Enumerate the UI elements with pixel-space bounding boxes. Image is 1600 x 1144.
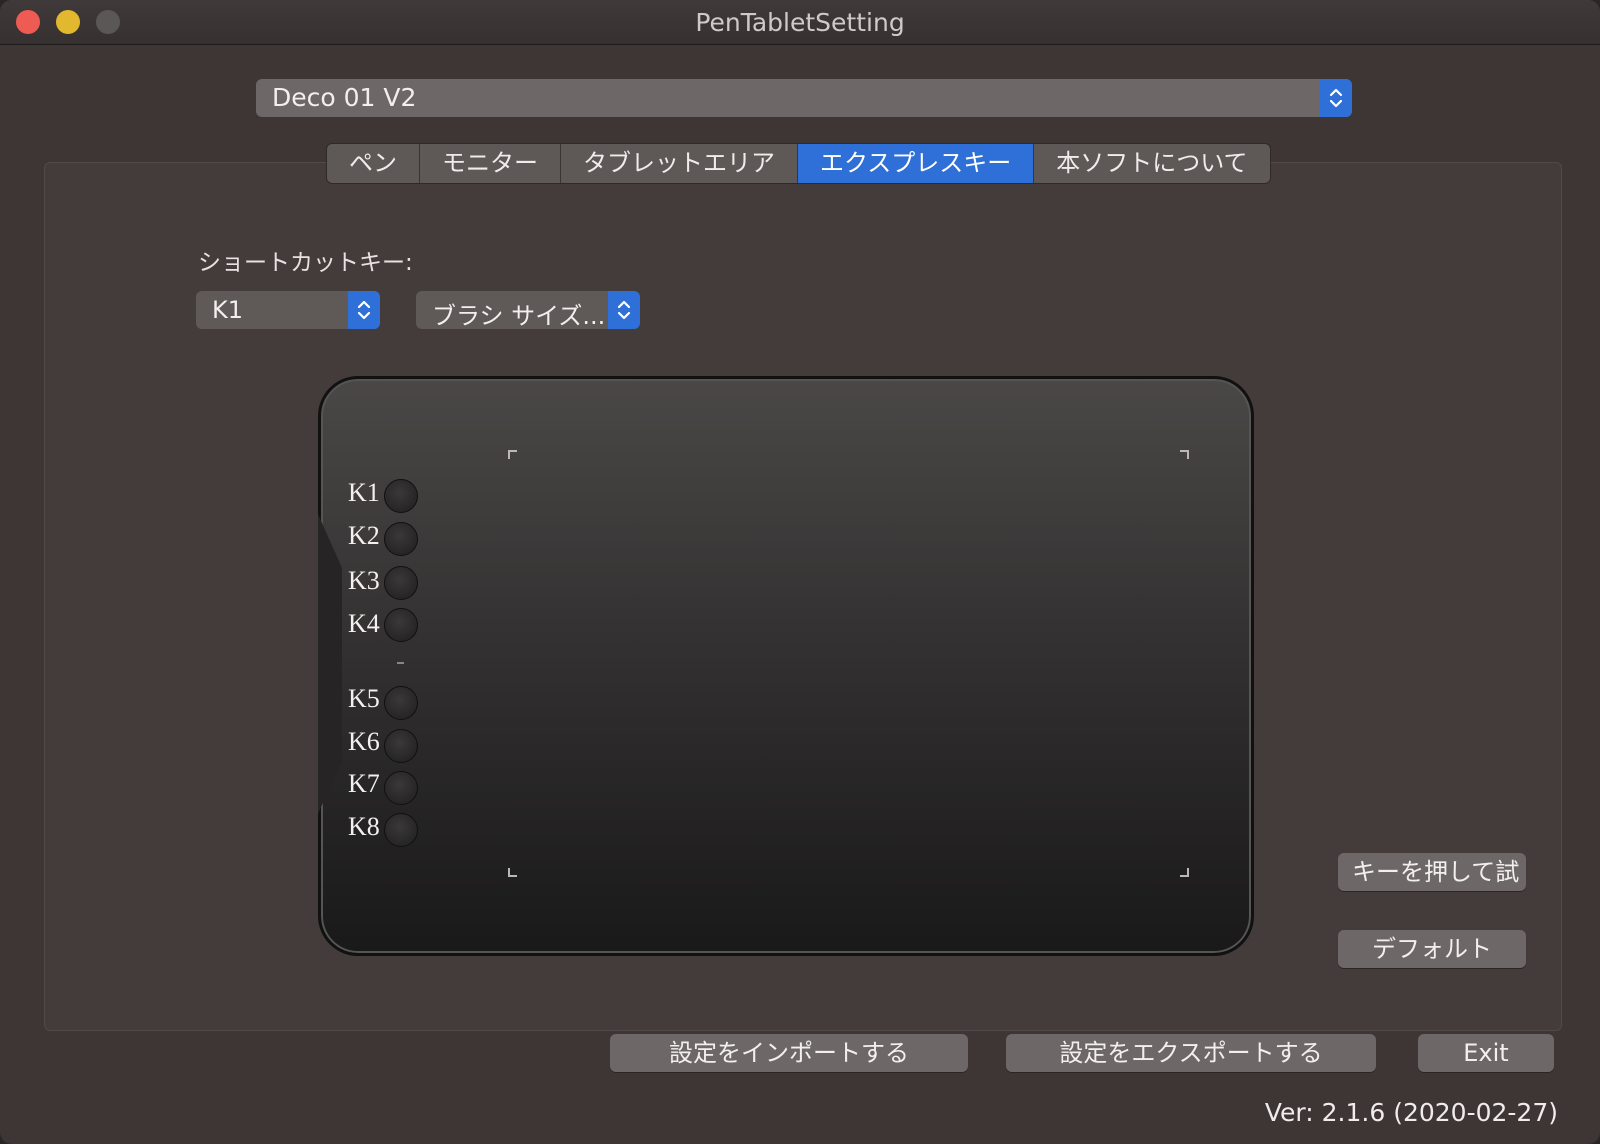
tab-bar: ペン モニター タブレットエリア エクスプレスキー 本ソフトについて [326, 143, 1271, 184]
tab-pen[interactable]: ペン [327, 144, 420, 183]
active-area-corner-mark [1180, 450, 1189, 459]
key-function-select[interactable]: ブラシ サイズ... [416, 291, 640, 330]
hotkey-label-k1: K1 [348, 478, 380, 507]
hotkey-divider [397, 662, 404, 664]
export-settings-button[interactable]: 設定をエクスポートする [1006, 1034, 1376, 1072]
up-down-chevron-icon [1320, 79, 1352, 117]
hotkey-k7[interactable] [384, 771, 418, 805]
hotkey-k2[interactable] [384, 522, 418, 556]
hotkey-label-k2: K2 [348, 521, 380, 550]
import-settings-button[interactable]: 設定をインポートする [610, 1034, 968, 1072]
hotkey-k5[interactable] [384, 686, 418, 720]
tablet-illustration [318, 376, 1254, 956]
hotkey-k6[interactable] [384, 729, 418, 763]
hotkey-label-k5: K5 [348, 684, 380, 713]
exit-button[interactable]: Exit [1418, 1034, 1554, 1072]
hotkey-k4[interactable] [384, 608, 418, 642]
window-title: PenTabletSetting [695, 8, 905, 37]
hotkey-label-k8: K8 [348, 812, 380, 841]
key-function-select-value: ブラシ サイズ... [432, 302, 606, 330]
up-down-chevron-icon [608, 291, 640, 329]
hotkey-label-k4: K4 [348, 609, 380, 638]
up-down-chevron-icon [348, 291, 380, 329]
active-area-corner-mark [1180, 868, 1189, 877]
hotkey-k3[interactable] [384, 566, 418, 600]
device-select-value: Deco 01 V2 [272, 83, 417, 112]
hotkey-label-k6: K6 [348, 727, 380, 756]
press-key-test-button[interactable]: キーを押して試 [1338, 853, 1526, 891]
default-button[interactable]: デフォルト [1338, 930, 1526, 968]
shortcut-key-label: ショートカットキー: [198, 250, 413, 276]
tab-about[interactable]: 本ソフトについて [1034, 144, 1269, 183]
active-area-corner-mark [508, 450, 517, 459]
hotkey-label-k7: K7 [348, 769, 380, 798]
hotkey-label-k3: K3 [348, 566, 380, 595]
hotkey-k8[interactable] [384, 813, 418, 847]
tab-express-keys[interactable]: エクスプレスキー [798, 144, 1035, 183]
tab-tablet-area[interactable]: タブレットエリア [561, 144, 798, 183]
app-window: PenTabletSetting Deco 01 V2 ペン モニター タブレッ… [0, 0, 1600, 1144]
title-bar: PenTabletSetting [0, 0, 1600, 45]
device-select[interactable]: Deco 01 V2 [256, 79, 1352, 117]
hotkey-k1[interactable] [384, 479, 418, 513]
tab-monitor[interactable]: モニター [420, 144, 561, 183]
express-key-select[interactable]: K1 [196, 291, 380, 329]
active-area-corner-mark [508, 868, 517, 877]
version-text: Ver: 2.1.6 (2020-02-27) [1264, 1098, 1558, 1127]
express-key-select-value: K1 [212, 296, 244, 324]
